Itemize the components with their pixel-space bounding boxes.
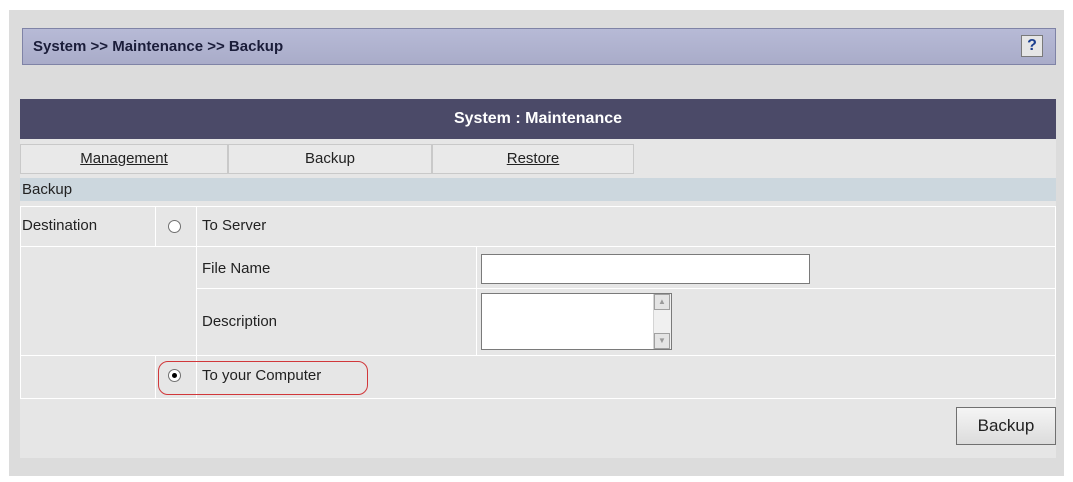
- column-divider: [476, 246, 477, 355]
- header-bar: System >> Maintenance >> Backup ?: [22, 28, 1056, 65]
- column-divider: [1055, 206, 1056, 398]
- description-label: Description: [202, 313, 278, 330]
- column-divider: [155, 355, 156, 398]
- row-divider: [20, 206, 1056, 207]
- backup-button[interactable]: Backup: [956, 407, 1056, 445]
- section-heading: Backup: [20, 178, 1056, 201]
- description-textarea[interactable]: ▲ ▼: [481, 293, 672, 350]
- help-icon[interactable]: ?: [1021, 35, 1043, 57]
- row-divider: [20, 355, 1056, 356]
- description-scrollbar[interactable]: ▲ ▼: [653, 294, 671, 349]
- column-divider: [20, 206, 21, 398]
- row-divider: [20, 398, 1056, 399]
- tab-backup: Backup: [228, 144, 432, 174]
- breadcrumb: System >> Maintenance >> Backup: [33, 38, 284, 55]
- to-server-label[interactable]: To Server: [202, 216, 266, 236]
- column-divider: [155, 206, 156, 247]
- file-name-label: File Name: [202, 260, 271, 277]
- scroll-down-icon[interactable]: ▼: [654, 333, 670, 349]
- panel-title: System : Maintenance: [20, 99, 1056, 139]
- row-divider: [20, 246, 1056, 247]
- annotation-highlight: [158, 361, 368, 395]
- file-name-input[interactable]: [481, 254, 810, 284]
- tab-management[interactable]: Management: [20, 144, 228, 174]
- destination-label: Destination: [22, 217, 98, 234]
- to-server-radio[interactable]: [168, 220, 181, 233]
- scroll-up-icon[interactable]: ▲: [654, 294, 670, 310]
- row-divider: [197, 288, 1056, 289]
- tab-restore[interactable]: Restore: [432, 144, 634, 174]
